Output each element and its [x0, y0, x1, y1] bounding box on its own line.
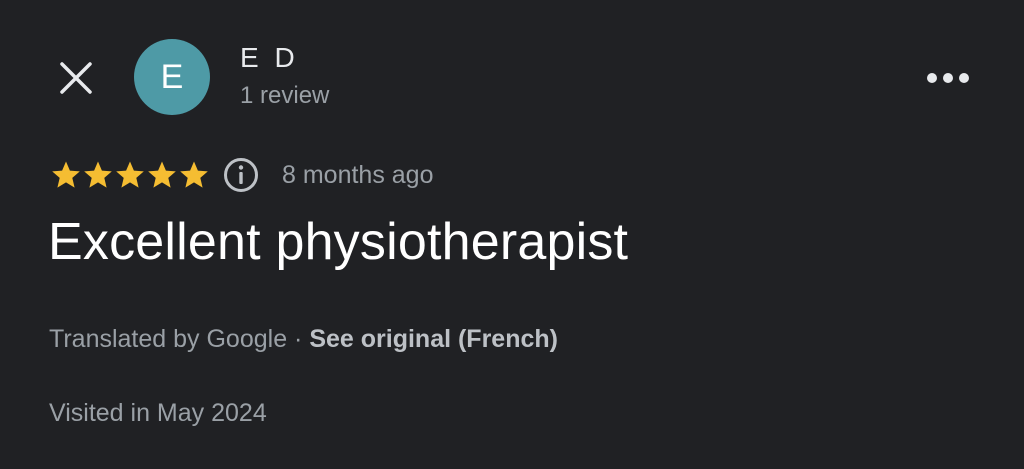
translation-note: Translated by Google · See original (Fre… — [49, 325, 558, 354]
star-icon — [84, 161, 112, 188]
close-button[interactable] — [52, 54, 100, 102]
review-time: 8 months ago — [282, 160, 434, 189]
star-icon — [180, 161, 208, 188]
author-name[interactable]: E D — [240, 42, 299, 74]
more-options-button[interactable] — [916, 54, 980, 102]
star-rating — [50, 159, 210, 191]
author-review-count: 1 review — [240, 82, 330, 109]
rating-row: 8 months ago — [50, 156, 434, 194]
info-button[interactable] — [222, 156, 260, 194]
star-icon — [116, 161, 144, 188]
avatar-letter: E — [160, 57, 184, 96]
review-title: Excellent physiotherapist — [48, 213, 629, 271]
close-icon — [60, 62, 92, 94]
star-icon — [52, 161, 80, 188]
see-original-link[interactable]: See original (French) — [309, 325, 558, 353]
avatar[interactable]: E — [134, 39, 210, 115]
more-horizontal-icon — [927, 73, 969, 83]
visited-date: Visited in May 2024 — [49, 399, 267, 427]
info-icon — [224, 158, 258, 192]
star-icon — [148, 161, 176, 188]
review-card: E E D 1 review 8 months ago Excellent ph… — [0, 0, 1024, 469]
translated-by-label: Translated by Google — [49, 325, 288, 353]
separator-dot: · — [287, 325, 310, 353]
